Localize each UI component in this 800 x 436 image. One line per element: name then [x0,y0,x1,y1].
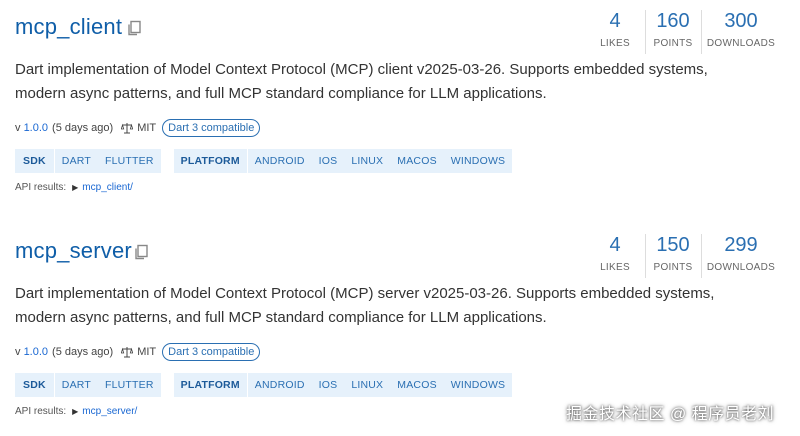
tag-platform[interactable]: PLATFORM [174,149,248,173]
tag-macos[interactable]: MACOS [390,373,444,397]
package-meta: v 1.0.0 (5 days ago) MIT Dart 3 compatib… [15,342,261,362]
likes-stat: 4 LIKES [585,232,645,282]
version-prefix: v [15,122,21,134]
tag-bar: SDK DART FLUTTER PLATFORM ANDROID IOS LI… [15,373,525,397]
tag-dart[interactable]: DART [55,149,98,173]
api-results: API results: ▶ mcp_client/ [15,182,133,193]
tag-android[interactable]: ANDROID [248,373,312,397]
package-description: Dart implementation of Model Context Pro… [15,285,715,326]
package-description: Dart implementation of Model Context Pro… [15,61,708,102]
tag-ios[interactable]: IOS [312,373,345,397]
points-stat: 150 POINTS [645,232,701,282]
copy-icon[interactable] [133,244,149,260]
tag-macos[interactable]: MACOS [390,149,444,173]
points-count: 160 [656,10,690,32]
package-title[interactable]: mcp_client [15,14,122,40]
tag-windows[interactable]: WINDOWS [444,149,512,173]
dart3-compatible-badge[interactable]: Dart 3 compatible [162,119,261,137]
license-label: MIT [137,122,157,134]
api-results-link[interactable]: mcp_server/ [82,406,137,417]
downloads-stat: 299 DOWNLOADS [701,232,781,282]
tag-linux[interactable]: LINUX [344,373,390,397]
version-prefix: v [15,346,21,358]
tag-dart[interactable]: DART [55,373,98,397]
downloads-label: DOWNLOADS [706,38,776,49]
tag-sdk[interactable]: SDK [15,149,55,173]
sdk-tag-group: SDK DART FLUTTER [15,149,161,173]
tag-flutter[interactable]: FLUTTER [98,373,161,397]
tag-android[interactable]: ANDROID [248,149,312,173]
published-time: (5 days ago) [52,346,114,358]
api-results-link[interactable]: mcp_client/ [82,182,133,193]
tag-platform[interactable]: PLATFORM [174,373,248,397]
tag-flutter[interactable]: FLUTTER [98,149,161,173]
downloads-count: 300 [724,10,758,32]
scale-icon [121,123,134,134]
likes-count: 4 [609,234,621,256]
triangle-right-icon[interactable]: ▶ [72,407,78,416]
package-title[interactable]: mcp_server [15,238,132,264]
sdk-tag-group: SDK DART FLUTTER [15,373,161,397]
license-label: MIT [137,346,157,358]
tag-windows[interactable]: WINDOWS [444,373,512,397]
likes-count: 4 [609,10,621,32]
tag-ios[interactable]: IOS [312,149,345,173]
tag-linux[interactable]: LINUX [344,149,390,173]
api-results: API results: ▶ mcp_server/ [15,406,137,417]
likes-label: LIKES [600,262,630,273]
api-results-label: API results: [15,182,67,193]
package-card: mcp_client 4 LIKES 160 POINTS 300 DOWNLO… [0,0,800,212]
points-label: POINTS [653,262,693,273]
platform-tag-group: PLATFORM ANDROID IOS LINUX MACOS WINDOWS [173,373,513,397]
likes-label: LIKES [600,38,630,49]
downloads-count: 299 [724,234,758,256]
points-stat: 160 POINTS [645,8,701,58]
watermark: 掘金技术社区 @ 程序员老刘 [566,406,775,423]
points-label: POINTS [653,38,693,49]
copy-icon[interactable] [126,20,142,36]
platform-tag-group: PLATFORM ANDROID IOS LINUX MACOS WINDOWS [173,149,513,173]
triangle-right-icon[interactable]: ▶ [72,183,78,192]
points-count: 150 [656,234,690,256]
package-stats: 4 LIKES 150 POINTS 299 DOWNLOADS [585,232,781,282]
tag-sdk[interactable]: SDK [15,373,55,397]
version-link[interactable]: 1.0.0 [24,346,48,358]
dart3-compatible-badge[interactable]: Dart 3 compatible [162,343,261,361]
scale-icon [121,347,134,358]
version-link[interactable]: 1.0.0 [24,122,48,134]
downloads-label: DOWNLOADS [706,262,776,273]
likes-stat: 4 LIKES [585,8,645,58]
package-stats: 4 LIKES 160 POINTS 300 DOWNLOADS [585,8,781,58]
downloads-stat: 300 DOWNLOADS [701,8,781,58]
tag-bar: SDK DART FLUTTER PLATFORM ANDROID IOS LI… [15,149,525,173]
published-time: (5 days ago) [52,122,114,134]
package-meta: v 1.0.0 (5 days ago) MIT Dart 3 compatib… [15,118,261,138]
api-results-label: API results: [15,406,67,417]
